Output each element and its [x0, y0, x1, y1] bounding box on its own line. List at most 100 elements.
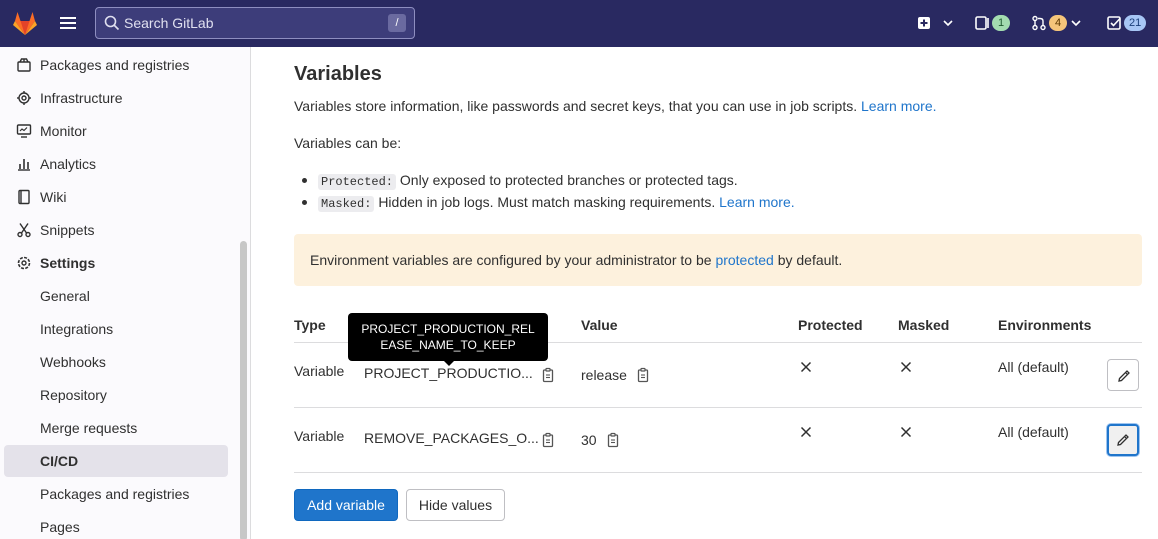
issues-icon: [975, 16, 989, 30]
variable-key[interactable]: PROJECT_PRODUCTIO...: [364, 365, 533, 381]
sidebar-item-snippets[interactable]: Snippets: [4, 214, 228, 246]
variable-environments: All (default): [998, 424, 1069, 440]
variable-type: Variable: [294, 363, 345, 379]
merge-request-icon: [1032, 15, 1046, 31]
sidebar-item-label: Integrations: [40, 321, 114, 337]
sidebar-item-analytics[interactable]: Analytics: [4, 148, 228, 180]
sidebar-item-label: Monitor: [40, 123, 87, 139]
search-input[interactable]: Search GitLab /: [95, 7, 415, 39]
sidebar-item-integrations[interactable]: Integrations: [4, 313, 228, 345]
sidebar-item-label: Repository: [40, 387, 107, 403]
merge-requests-count-badge: 4: [1049, 15, 1067, 31]
masking-learn-more-link[interactable]: Learn more.: [719, 194, 794, 210]
hamburger-menu-icon[interactable]: [58, 14, 78, 32]
alert-text-end: by default.: [777, 252, 843, 268]
settings-icon: [17, 256, 31, 270]
plus-square-icon: [918, 17, 930, 29]
variable-value: 30: [581, 432, 597, 448]
sidebar-item-label: Settings: [40, 255, 96, 271]
sidebar-item-packages-registries[interactable]: Packages and registries: [4, 49, 228, 81]
issues-button[interactable]: 1: [974, 12, 1010, 34]
copy-key-icon[interactable]: [542, 367, 556, 383]
sidebar-item-settings[interactable]: Settings: [4, 247, 228, 279]
sidebar-item-label: Analytics: [40, 156, 97, 172]
issues-count-badge: 1: [992, 15, 1010, 31]
sidebar-item-label: Packages and registries: [40, 486, 190, 502]
close-icon: [900, 361, 912, 373]
protected-code: Protected:: [318, 174, 397, 190]
alert-text: Environment variables are configured by …: [310, 252, 712, 268]
sidebar-item-general[interactable]: General: [4, 280, 228, 312]
hide-values-button[interactable]: Hide values: [406, 489, 505, 521]
pencil-icon: [1117, 434, 1129, 446]
sidebar-item-monitor[interactable]: Monitor: [4, 115, 228, 147]
todos-count-badge: 21: [1124, 15, 1147, 31]
variables-description: Variables store information, like passwo…: [294, 98, 937, 114]
sidebar-item-label: Pages: [40, 519, 80, 535]
description-text: Variables store information, like passwo…: [294, 98, 858, 114]
variable-type: Variable: [294, 428, 345, 444]
chevron-down-icon: [1071, 20, 1081, 27]
edit-variable-button[interactable]: [1107, 424, 1139, 456]
column-header-type: Type: [294, 317, 326, 333]
variable-key[interactable]: REMOVE_PACKAGES_O...: [364, 430, 539, 446]
masked-code: Masked:: [318, 196, 375, 212]
sidebar-item-label: Infrastructure: [40, 90, 123, 106]
protected-description: Only exposed to protected branches or pr…: [399, 172, 738, 188]
sidebar-item-merge-requests[interactable]: Merge requests: [4, 412, 228, 444]
sidebar-item-packages-registries-settings[interactable]: Packages and registries: [4, 478, 228, 510]
sidebar-item-label: Packages and registries: [40, 57, 190, 73]
learn-more-link[interactable]: Learn more.: [861, 98, 936, 114]
copy-value-icon[interactable]: [607, 432, 621, 448]
column-header-environments: Environments: [998, 317, 1092, 333]
variables-can-be-text: Variables can be:: [294, 135, 402, 151]
sidebar-item-label: Wiki: [40, 189, 67, 205]
sidebar-item-webhooks[interactable]: Webhooks: [4, 346, 228, 378]
todos-button[interactable]: 21: [1106, 12, 1147, 34]
sidebar-item-pages[interactable]: Pages: [4, 511, 228, 539]
column-header-protected: Protected: [798, 317, 863, 333]
sidebar-scrollbar[interactable]: [240, 241, 247, 539]
create-new-dropdown[interactable]: [916, 12, 954, 34]
sidebar-item-wiki[interactable]: Wiki: [4, 181, 228, 213]
copy-key-icon[interactable]: [542, 432, 556, 448]
list-item: Masked: Hidden in job logs. Must match m…: [294, 191, 795, 213]
scissors-icon: [17, 223, 31, 238]
sidebar-item-infrastructure[interactable]: Infrastructure: [4, 82, 228, 114]
close-icon: [900, 426, 912, 438]
sidebar-item-ci-cd[interactable]: CI/CD: [4, 445, 228, 477]
edit-variable-button[interactable]: [1107, 359, 1139, 391]
protected-variables-alert: Environment variables are configured by …: [294, 234, 1142, 286]
variable-options-list: Protected: Only exposed to protected bra…: [294, 169, 795, 213]
search-shortcut-key: /: [388, 14, 406, 32]
variable-value: release: [581, 367, 627, 383]
chart-icon: [18, 159, 30, 171]
tooltip-line-1: PROJECT_PRODUCTION_REL: [361, 322, 535, 336]
copy-value-icon[interactable]: [637, 367, 651, 383]
search-placeholder: Search GitLab: [124, 15, 214, 31]
book-icon: [18, 189, 30, 205]
pencil-icon: [1118, 370, 1130, 382]
tooltip-line-2: EASE_NAME_TO_KEEP: [380, 338, 516, 352]
monitor-icon: [16, 124, 32, 138]
column-header-value: Value: [581, 317, 618, 333]
add-variable-button[interactable]: Add variable: [294, 489, 398, 521]
sidebar-item-label: Webhooks: [40, 354, 106, 370]
variable-environments: All (default): [998, 359, 1069, 375]
search-icon: [104, 15, 120, 31]
masked-description: Hidden in job logs. Must match masking r…: [378, 194, 716, 210]
key-tooltip: PROJECT_PRODUCTION_REL EASE_NAME_TO_KEEP: [348, 313, 548, 366]
main-content: Variables Variables store information, l…: [252, 47, 1158, 539]
close-icon: [800, 361, 812, 373]
merge-requests-dropdown[interactable]: 4: [1031, 12, 1082, 34]
protected-link[interactable]: protected: [715, 252, 773, 268]
page-title: Variables: [294, 63, 382, 85]
sidebar-item-repository[interactable]: Repository: [4, 379, 228, 411]
gitlab-logo-icon[interactable]: [11, 9, 39, 37]
top-bar: Search GitLab / 1 4 21: [0, 0, 1158, 47]
sidebar: Packages and registries Infrastructure M…: [0, 47, 251, 539]
sidebar-item-label: CI/CD: [40, 453, 79, 469]
table-row: Variable REMOVE_PACKAGES_O... 30 All (de…: [294, 408, 1142, 473]
sidebar-item-label: General: [40, 288, 90, 304]
cloud-gear-icon: [17, 91, 31, 105]
